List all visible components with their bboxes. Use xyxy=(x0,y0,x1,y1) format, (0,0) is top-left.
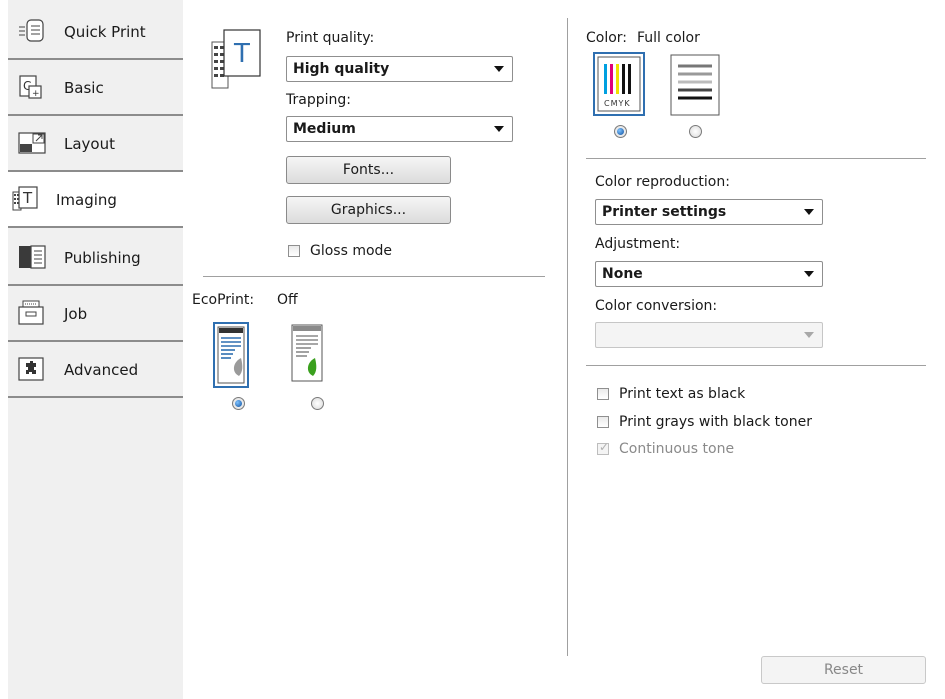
tab-layout[interactable]: Layout xyxy=(8,116,183,172)
svg-text:+: + xyxy=(32,89,40,99)
print-text-black-label: Print text as black xyxy=(619,386,746,402)
chevron-down-icon xyxy=(494,126,504,132)
black-white-radio[interactable] xyxy=(689,125,702,138)
tab-job[interactable]: Job xyxy=(8,286,183,342)
sidebar: Quick Print C + Basic Layout T Imaging P… xyxy=(8,0,183,699)
print-quality-label: Print quality: xyxy=(286,30,375,46)
tab-label: Publishing xyxy=(64,249,141,267)
ecoprint-on-radio[interactable] xyxy=(232,397,245,410)
svg-text:T: T xyxy=(22,189,33,207)
full-color-radio[interactable] xyxy=(614,125,627,138)
svg-text:T: T xyxy=(233,39,250,69)
tab-label: Job xyxy=(64,305,88,323)
print-text-black-checkbox[interactable]: Print text as black xyxy=(597,386,797,404)
tab-advanced[interactable]: Advanced xyxy=(8,342,183,398)
ecoprint-off-option[interactable] xyxy=(291,324,323,388)
graphics-button[interactable]: Graphics... xyxy=(286,196,451,224)
print-grays-black-toner-checkbox[interactable]: Print grays with black toner xyxy=(597,414,847,432)
continuous-tone-checkbox: ✓ Continuous tone xyxy=(597,440,777,459)
tab-quick-print[interactable]: Quick Print xyxy=(8,4,183,60)
checkbox-box: ✓ xyxy=(597,440,610,455)
section-divider xyxy=(586,365,926,366)
advanced-icon xyxy=(18,356,44,382)
color-conversion-select xyxy=(595,322,823,348)
chevron-down-icon xyxy=(804,271,814,277)
color-reproduction-select[interactable]: Printer settings xyxy=(595,199,823,225)
layout-icon xyxy=(18,130,46,156)
color-reproduction-value: Printer settings xyxy=(602,204,727,220)
tab-basic[interactable]: C + Basic xyxy=(8,60,183,116)
panel-divider xyxy=(567,18,568,656)
ecoprint-on-option[interactable] xyxy=(213,322,249,392)
chevron-down-icon xyxy=(804,332,814,338)
tab-imaging[interactable]: T Imaging xyxy=(8,172,183,228)
tab-label: Layout xyxy=(64,135,115,153)
quick-print-icon xyxy=(18,18,44,44)
basic-icon: C + xyxy=(18,74,44,100)
fonts-button[interactable]: Fonts... xyxy=(286,156,451,184)
color-conversion-label: Color conversion: xyxy=(595,298,718,314)
color-value: Full color xyxy=(637,30,700,46)
section-divider xyxy=(586,158,926,159)
ecoprint-value: Off xyxy=(277,292,298,308)
trapping-label: Trapping: xyxy=(286,92,351,108)
tab-publishing[interactable]: Publishing xyxy=(8,230,183,286)
continuous-tone-label: Continuous tone xyxy=(619,441,735,457)
checkbox-box xyxy=(597,416,609,428)
chevron-down-icon xyxy=(494,66,504,72)
black-white-option[interactable] xyxy=(670,54,720,120)
ecoprint-label: EcoPrint: xyxy=(192,292,255,308)
gloss-mode-checkbox[interactable]: Gloss mode xyxy=(288,243,428,261)
job-icon xyxy=(18,300,44,326)
full-color-option[interactable]: CMYK xyxy=(593,52,645,120)
imaging-icon: T xyxy=(12,186,38,212)
adjustment-select[interactable]: None xyxy=(595,261,823,287)
tab-label: Imaging xyxy=(56,191,117,209)
print-quality-icon: T xyxy=(210,28,266,96)
adjustment-value: None xyxy=(602,266,643,282)
checkbox-box xyxy=(597,388,609,400)
section-divider xyxy=(203,276,545,277)
publishing-icon xyxy=(18,244,46,270)
reset-button[interactable]: Reset xyxy=(761,656,926,684)
print-quality-select[interactable]: High quality xyxy=(286,56,513,82)
gloss-mode-label: Gloss mode xyxy=(310,243,393,259)
trapping-select[interactable]: Medium xyxy=(286,116,513,142)
ecoprint-off-radio[interactable] xyxy=(311,397,324,410)
tab-label: Quick Print xyxy=(64,23,146,41)
trapping-value: Medium xyxy=(293,121,356,137)
checkmark-icon: ✓ xyxy=(599,440,610,454)
color-label: Color: xyxy=(586,30,628,46)
tab-label: Advanced xyxy=(64,361,139,379)
print-quality-value: High quality xyxy=(293,61,390,77)
print-grays-label: Print grays with black toner xyxy=(619,414,812,430)
chevron-down-icon xyxy=(804,209,814,215)
tab-label: Basic xyxy=(64,79,104,97)
adjustment-label: Adjustment: xyxy=(595,236,681,252)
cmyk-text: CMYK xyxy=(604,99,631,108)
checkbox-box xyxy=(288,245,300,257)
color-reproduction-label: Color reproduction: xyxy=(595,174,730,190)
